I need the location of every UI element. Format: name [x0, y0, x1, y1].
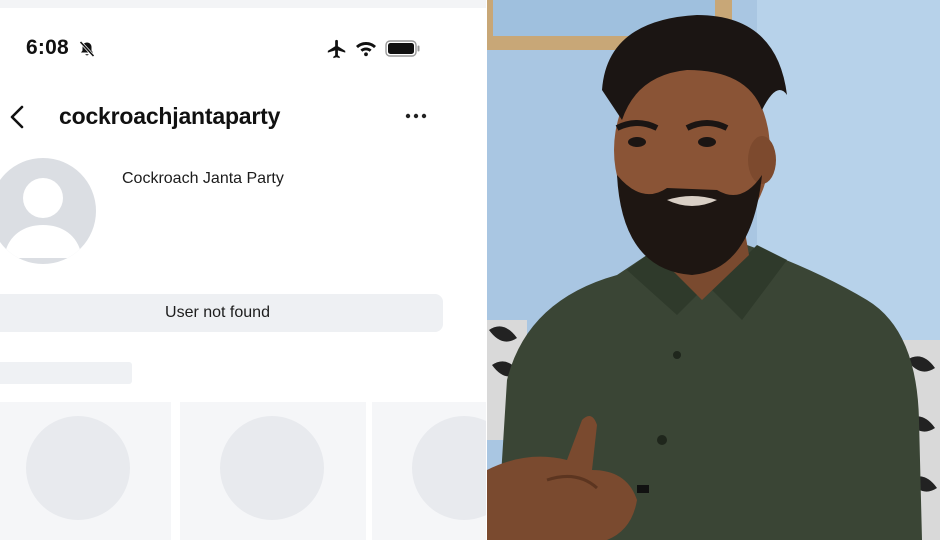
profile-header: cockroachjantaparty: [0, 95, 486, 139]
battery-icon: [385, 40, 420, 57]
wifi-icon: [356, 42, 376, 57]
speaker-photo: [487, 0, 940, 540]
status-bar: 6:08: [0, 30, 486, 66]
user-not-found-text: User not found: [165, 304, 270, 321]
grid-placeholder-circle: [220, 416, 324, 520]
grid-placeholder-2: [180, 402, 366, 540]
profile-username: cockroachjantaparty: [59, 103, 281, 129]
top-strip: [0, 0, 486, 8]
default-avatar-icon: [0, 158, 96, 264]
grid-placeholder-3: [372, 402, 486, 540]
grid-placeholder-circle: [412, 416, 486, 520]
more-options-icon[interactable]: [404, 111, 428, 121]
grid-placeholder-circle: [26, 416, 130, 520]
airplane-icon: [327, 39, 346, 59]
bell-slash-icon: [79, 40, 95, 58]
profile-display-name: Cockroach Janta Party: [122, 170, 284, 187]
placeholder-line: [0, 362, 132, 384]
status-time: 6:08: [26, 36, 69, 59]
user-not-found-banner: User not found: [0, 294, 443, 332]
grid-placeholder-1: [0, 402, 171, 540]
phone-screenshot: 6:08 cockroachjantaparty Cockroach Janta…: [0, 0, 486, 540]
chevron-left-icon[interactable]: [6, 103, 28, 131]
